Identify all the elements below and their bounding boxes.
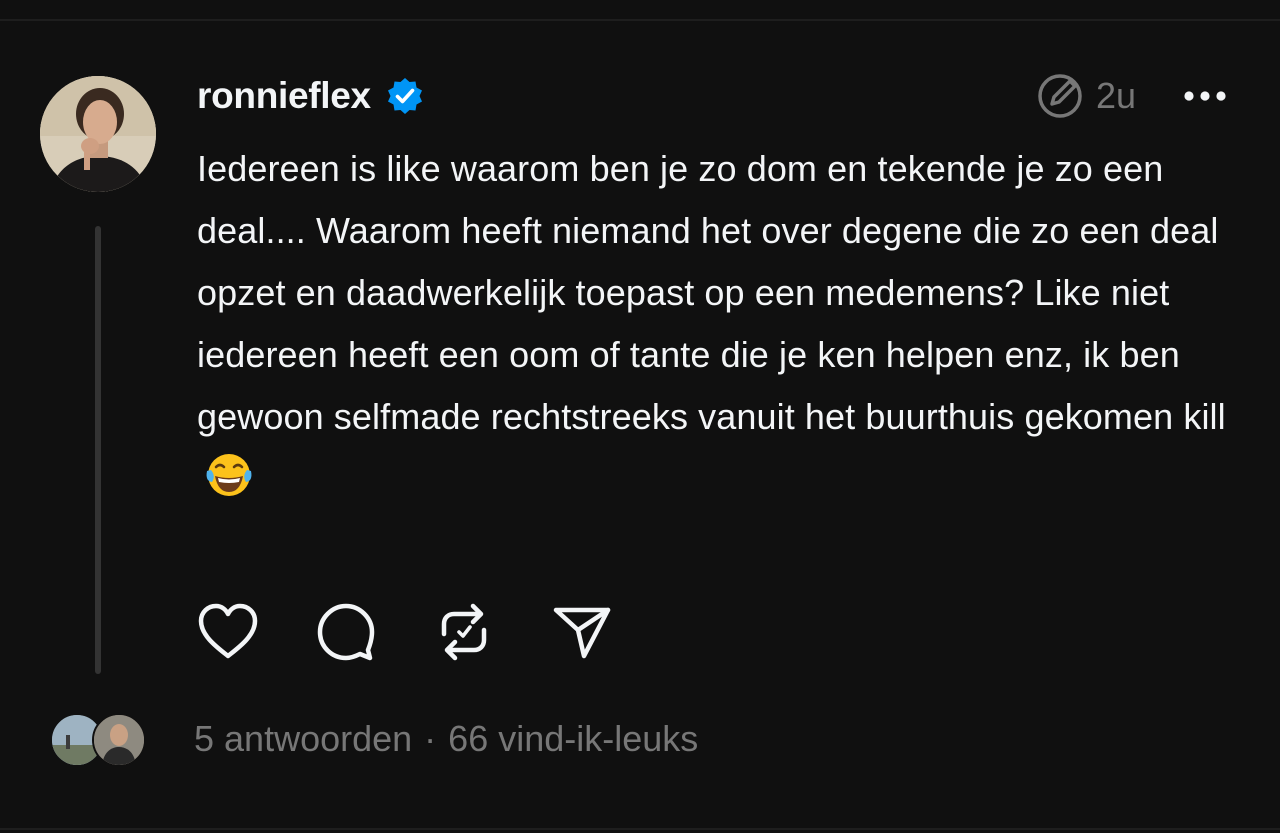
post-actions (196, 600, 668, 664)
repost-icon[interactable] (432, 600, 496, 664)
separator: · (424, 718, 437, 759)
likes-count-link[interactable]: 66 vind-ik-leuks (448, 718, 698, 760)
edited-icon (1034, 70, 1086, 122)
more-options-icon[interactable] (1182, 86, 1228, 106)
verified-badge-icon (385, 76, 425, 116)
post-body: Iedereen is like waarom ben je zo dom en… (197, 138, 1237, 510)
post-header: ronnieflex (197, 70, 425, 122)
heart-icon[interactable] (196, 600, 260, 664)
replies-count-link[interactable]: 5 antwoorden (194, 718, 412, 760)
replier-avatars[interactable] (50, 713, 150, 767)
top-divider (0, 19, 1280, 21)
timestamp: 2u (1095, 75, 1136, 116)
post-text: Iedereen is like waarom ben je zo dom en… (197, 148, 1229, 437)
post-meta: 2u (1034, 70, 1228, 122)
comment-icon[interactable] (314, 600, 378, 664)
username[interactable]: ronnieflex (197, 75, 371, 117)
tears-of-joy-emoji-icon (203, 449, 255, 501)
replier-avatar (92, 713, 146, 767)
author-avatar[interactable] (40, 76, 156, 192)
send-icon[interactable] (550, 600, 614, 664)
thread-line (95, 226, 101, 674)
thread-post: ronnieflex 2u Iedereen is like waarom be… (0, 0, 1280, 833)
post-stats: 5 antwoorden · 66 vind-ik-leuks (194, 712, 698, 766)
bottom-divider (0, 828, 1280, 830)
